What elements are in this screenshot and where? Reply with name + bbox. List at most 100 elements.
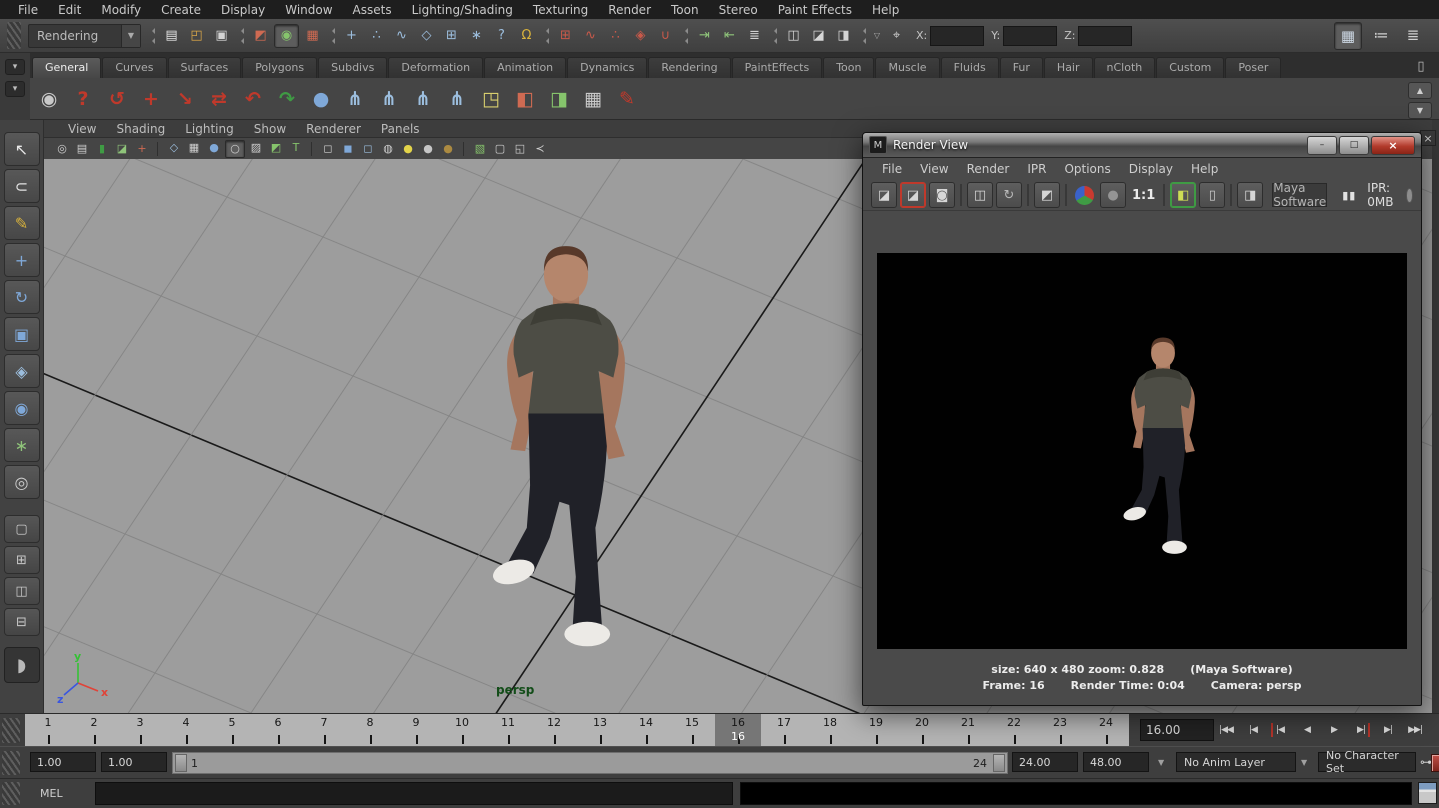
script-editor-icon[interactable] bbox=[1418, 782, 1437, 804]
mask-curves-icon[interactable]: ∿ bbox=[390, 25, 413, 47]
shelf-tab-fluids[interactable]: Fluids bbox=[941, 57, 999, 78]
render-view-menu-options[interactable]: Options bbox=[1055, 162, 1119, 176]
soft-modification-tool[interactable]: ◉ bbox=[4, 391, 40, 425]
hypergraph-icon[interactable]: ◳ bbox=[476, 84, 506, 114]
vp-light-gold-icon[interactable]: ● bbox=[439, 141, 457, 157]
shelf-tab-fur[interactable]: Fur bbox=[1000, 57, 1043, 78]
render-view-menu-help[interactable]: Help bbox=[1182, 162, 1227, 176]
menu-stereo[interactable]: Stereo bbox=[709, 3, 768, 17]
undo-icon[interactable]: ↶ bbox=[238, 84, 268, 114]
mask-misc-icon[interactable]: ? bbox=[490, 25, 513, 47]
frame-24[interactable]: 24 bbox=[1083, 714, 1129, 747]
render-current-frame-icon[interactable]: ◫ bbox=[782, 25, 805, 47]
shelf-tab-deformation[interactable]: Deformation bbox=[388, 57, 483, 78]
rv-remove-image-icon[interactable]: ▯ bbox=[1199, 182, 1225, 208]
frame-9[interactable]: 9 bbox=[393, 714, 439, 747]
vp-occlusion-icon[interactable]: ◍ bbox=[379, 141, 397, 157]
frame-4[interactable]: 4 bbox=[163, 714, 209, 747]
render-view-menu-render[interactable]: Render bbox=[958, 162, 1019, 176]
scale-tool[interactable]: ▣ bbox=[4, 317, 40, 351]
shelf-tab-painteffects[interactable]: PaintEffects bbox=[732, 57, 823, 78]
range-end-handle[interactable] bbox=[993, 754, 1005, 772]
vp-single-pane-icon[interactable]: ▢ bbox=[491, 141, 509, 157]
lasso-tool[interactable]: ⊂ bbox=[4, 169, 40, 203]
frame-15[interactable]: 15 bbox=[669, 714, 715, 747]
layout-four-pane[interactable]: ⊞ bbox=[4, 546, 40, 574]
vp-shade-all-icon[interactable]: ▦ bbox=[185, 140, 203, 156]
rotate-tool[interactable]: ↻ bbox=[4, 280, 40, 314]
shelf-tab-general[interactable]: General bbox=[32, 57, 101, 78]
vp-flat-shade-icon[interactable]: ○ bbox=[225, 140, 245, 158]
camera-dolly-icon[interactable]: ↘ bbox=[170, 84, 200, 114]
ipr-pause-icon[interactable]: ▮▮ bbox=[1342, 189, 1356, 202]
select-object-icon[interactable]: ◉ bbox=[274, 24, 299, 48]
menu-edit[interactable]: Edit bbox=[48, 3, 91, 17]
menu-texturing[interactable]: Texturing bbox=[523, 3, 598, 17]
selection-lock-icon[interactable]: Ω bbox=[515, 25, 538, 47]
outputs-icon[interactable]: ⇤ bbox=[718, 25, 741, 47]
frame-7[interactable]: 7 bbox=[301, 714, 347, 747]
rv-redo-render-icon[interactable]: ◪ bbox=[900, 182, 926, 208]
vp-shadows-icon[interactable]: ◻ bbox=[359, 141, 377, 157]
render-settings-icon[interactable]: ◨ bbox=[832, 25, 855, 47]
frame-20[interactable]: 20 bbox=[899, 714, 945, 747]
universal-manipulator-tool[interactable]: ◈ bbox=[4, 354, 40, 388]
layout-graph-pane[interactable]: ⊟ bbox=[4, 608, 40, 636]
vp-wireframe-icon[interactable]: ◇ bbox=[165, 140, 183, 156]
shelf-tab-hair[interactable]: Hair bbox=[1044, 57, 1093, 78]
step-back-key-button[interactable]: |◀ bbox=[1267, 717, 1293, 743]
render-view-menu-ipr[interactable]: IPR bbox=[1018, 162, 1055, 176]
anim-layer-selector[interactable]: No Anim Layer bbox=[1176, 752, 1296, 772]
step-forward-frame-button[interactable]: ▶| bbox=[1375, 717, 1401, 743]
vp-xray-icon[interactable]: ▨ bbox=[247, 140, 265, 156]
menu-lighting-shading[interactable]: Lighting/Shading bbox=[402, 3, 523, 17]
shelf-scroll-down-icon[interactable]: ▼ bbox=[1408, 102, 1432, 119]
make-live-icon[interactable]: ∪ bbox=[654, 25, 677, 47]
shelf-tab-dynamics[interactable]: Dynamics bbox=[567, 57, 647, 78]
rv-keep-image-icon[interactable]: ◧ bbox=[1170, 182, 1196, 208]
display-layers-icon[interactable]: ≣ bbox=[1400, 22, 1426, 48]
render-view-titlebar[interactable]: M Render View –□× bbox=[863, 133, 1421, 158]
rv-region-render-icon[interactable]: ◩ bbox=[1034, 182, 1060, 208]
redo-icon[interactable]: ↷ bbox=[272, 84, 302, 114]
tool-settings-icon[interactable]: ≔ bbox=[1368, 22, 1394, 48]
panel-menu-view[interactable]: View bbox=[58, 122, 106, 136]
frame-19[interactable]: 19 bbox=[853, 714, 899, 747]
frame-10[interactable]: 10 bbox=[439, 714, 485, 747]
quick-select-icon[interactable]: ⌖ bbox=[885, 25, 908, 47]
frame-5[interactable]: 5 bbox=[209, 714, 255, 747]
group-separator[interactable] bbox=[237, 25, 245, 47]
command-input[interactable] bbox=[95, 782, 733, 805]
frame-6[interactable]: 6 bbox=[255, 714, 301, 747]
shelf-tab-polygons[interactable]: Polygons bbox=[242, 57, 317, 78]
layout-single-pane[interactable]: ▢ bbox=[4, 515, 40, 543]
menu-file[interactable]: File bbox=[8, 3, 48, 17]
chevron-down-icon[interactable]: ▼ bbox=[121, 25, 140, 47]
last-tool-camera[interactable]: ◎ bbox=[4, 465, 40, 499]
frame-14[interactable]: 14 bbox=[623, 714, 669, 747]
ipr-render-icon[interactable]: ◪ bbox=[807, 25, 830, 47]
close-button[interactable]: × bbox=[1371, 136, 1415, 155]
playback-end-field[interactable] bbox=[1012, 752, 1078, 772]
playback-start-field[interactable] bbox=[101, 752, 167, 772]
drag-handle[interactable] bbox=[7, 22, 21, 48]
frame-3[interactable]: 3 bbox=[117, 714, 163, 747]
menu-paint-effects[interactable]: Paint Effects bbox=[768, 3, 862, 17]
frame-23[interactable]: 23 bbox=[1037, 714, 1083, 747]
frame-12[interactable]: 12 bbox=[531, 714, 577, 747]
select-hierarchy-shelf-icon[interactable]: ◨ bbox=[544, 84, 574, 114]
character-set-selector[interactable]: No Character Set bbox=[1318, 752, 1416, 772]
menu-toon[interactable]: Toon bbox=[661, 3, 709, 17]
menu-display[interactable]: Display bbox=[211, 3, 275, 17]
select-hierarchy-icon[interactable]: ◩ bbox=[249, 25, 272, 47]
shelf-tab-poser[interactable]: Poser bbox=[1225, 57, 1281, 78]
animation-end-field[interactable] bbox=[1083, 752, 1149, 772]
chevron-down-icon[interactable]: ▼ bbox=[1301, 758, 1307, 767]
group-separator[interactable] bbox=[770, 25, 778, 47]
panel-menu-show[interactable]: Show bbox=[244, 122, 296, 136]
mask-handles-icon[interactable]: + bbox=[340, 25, 363, 47]
frame-8[interactable]: 8 bbox=[347, 714, 393, 747]
move-tool[interactable]: + bbox=[4, 243, 40, 277]
maximize-button[interactable]: □ bbox=[1339, 136, 1369, 155]
rendered-image[interactable] bbox=[877, 253, 1407, 649]
